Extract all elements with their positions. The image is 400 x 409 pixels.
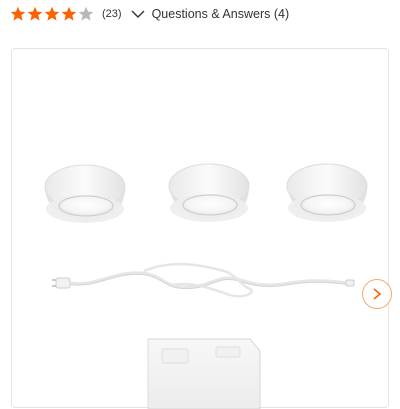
next-image-button[interactable] bbox=[362, 279, 392, 309]
product-image bbox=[44, 163, 368, 409]
chevron-down-icon[interactable] bbox=[131, 7, 145, 21]
chevron-right-icon bbox=[373, 288, 382, 300]
star-icon bbox=[10, 6, 26, 21]
star-rating[interactable] bbox=[10, 6, 95, 22]
puck-light-1 bbox=[44, 164, 126, 223]
puck-light-2 bbox=[168, 163, 250, 222]
rating-bar: (23) Questions & Answers (4) bbox=[10, 4, 289, 24]
power-cord bbox=[52, 262, 355, 298]
junction-box bbox=[147, 338, 261, 409]
star-icon bbox=[61, 6, 77, 21]
review-count[interactable]: (23) bbox=[102, 8, 122, 20]
star-icon bbox=[44, 6, 60, 21]
star-icon bbox=[27, 6, 43, 21]
star-icon bbox=[78, 6, 94, 21]
questions-answers-link[interactable]: Questions & Answers (4) bbox=[152, 7, 290, 21]
puck-light-3 bbox=[286, 163, 368, 222]
product-image-gallery[interactable] bbox=[11, 48, 392, 409]
